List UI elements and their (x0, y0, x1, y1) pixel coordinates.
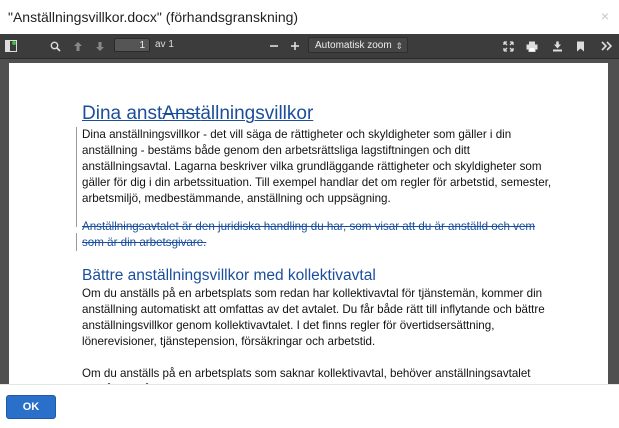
paragraph-intro: Dina anställningsvillkor - det vill säga… (82, 128, 552, 205)
chevron-updown-icon: ⇕ (395, 41, 403, 51)
zoom-out-icon[interactable] (268, 37, 280, 55)
section-heading: Bättre anställningsvillkor med kollektiv… (82, 267, 376, 284)
previous-page-icon[interactable] (72, 37, 84, 55)
page-count-label: av 1 (155, 39, 174, 50)
paragraph-collective-agreement: Om du anställs på en arbetsplats som red… (82, 287, 545, 348)
document-content: Dina anstAnställningsvillkor Dina anstäl… (82, 103, 552, 384)
download-icon[interactable] (550, 37, 564, 55)
bookmark-icon[interactable] (574, 37, 586, 55)
viewer-toolbar: 1 av 1 Automatisk zoom ⇕ (0, 34, 619, 59)
print-icon[interactable] (525, 37, 539, 55)
dialog-titlebar: "Anställningsvillkor.docx" (förhandsgran… (0, 0, 619, 34)
dialog-title: "Anställningsvillkor.docx" (förhandsgran… (8, 9, 299, 25)
next-page-icon[interactable] (94, 37, 106, 55)
document-heading: Dina anstAnställningsvillkor (82, 103, 552, 125)
heading-inserted-text: Dina anst (82, 103, 163, 124)
zoom-select-label: Automatisk zoom (315, 40, 392, 51)
presentation-mode-icon[interactable] (501, 37, 515, 55)
close-icon[interactable]: × (601, 8, 609, 24)
search-icon[interactable] (48, 37, 62, 55)
sidebar-toggle-icon[interactable] (4, 37, 18, 55)
pdf-viewer: 1 av 1 Automatisk zoom ⇕ Dina anstAnstäl… (0, 34, 619, 384)
heading-deleted-text: Anst (162, 103, 201, 124)
ok-button[interactable]: OK (6, 395, 56, 419)
heading-rest-text: ällningsvillkor (200, 103, 314, 124)
document-page: Dina anstAnställningsvillkor Dina anstäl… (9, 63, 608, 384)
dialog-footer (0, 384, 619, 428)
zoom-in-icon[interactable] (289, 37, 301, 55)
tools-icon[interactable] (600, 37, 614, 55)
change-bar (76, 233, 77, 251)
zoom-select[interactable]: Automatisk zoom ⇕ (308, 37, 408, 53)
change-bar (76, 127, 77, 227)
paragraph-no-agreement: Om du anställs på en arbetsplats som sak… (82, 367, 531, 384)
page-number-input[interactable]: 1 (114, 38, 150, 52)
deleted-paragraph: Anställningsavtalet är den juridiska han… (82, 220, 536, 249)
